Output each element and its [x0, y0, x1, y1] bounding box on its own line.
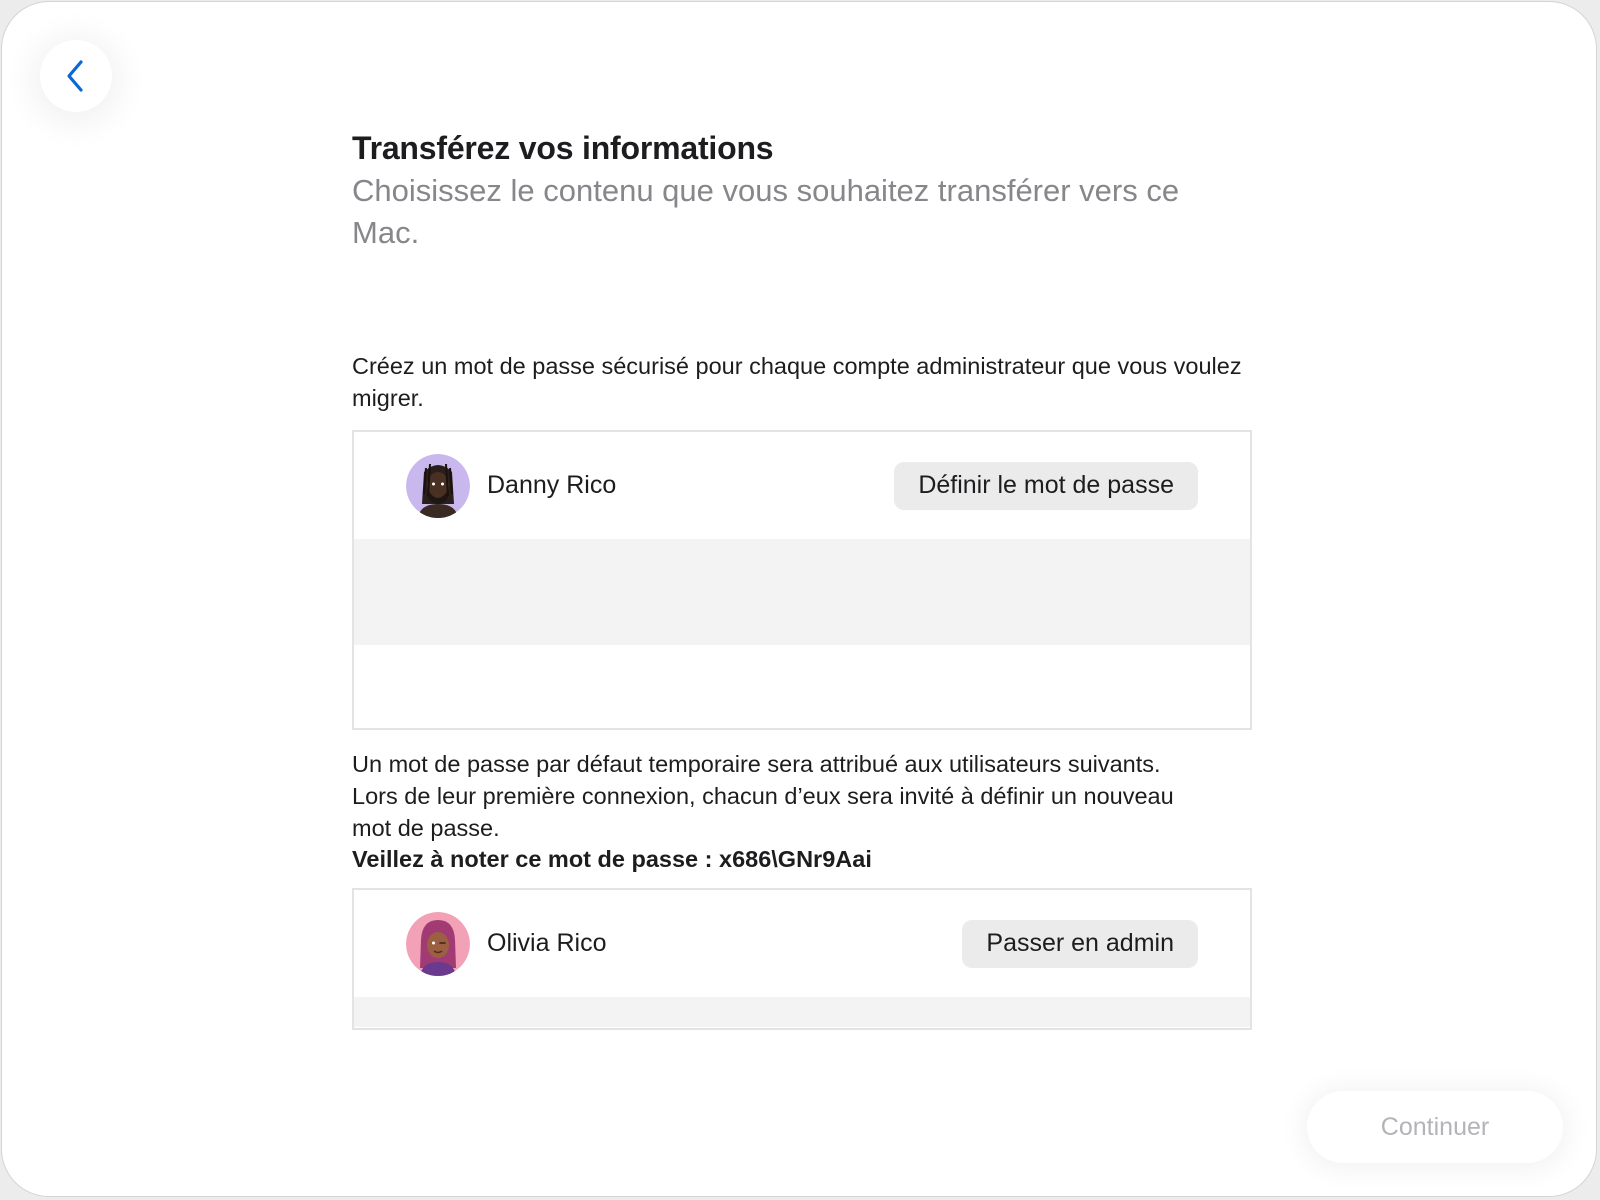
user-name: Olivia Rico: [487, 929, 607, 957]
set-password-button[interactable]: Définir le mot de passe: [894, 461, 1198, 510]
page-subtitle: Choisissez le contenu que vous souhaitez…: [352, 173, 1180, 250]
admin-intro-text: Créez un mot de passe sécurisé pour chaq…: [352, 353, 1242, 411]
list-stripe: [354, 997, 1250, 1027]
avatar: [406, 911, 470, 976]
user-name: Danny Rico: [487, 471, 617, 499]
avatar: [406, 453, 470, 518]
page-title: Transférez vos informations: [352, 130, 774, 166]
chevron-left-icon: [67, 60, 83, 92]
back-button[interactable]: [40, 40, 112, 112]
main-content: Transférez vos informations Choisissez l…: [352, 128, 1252, 1030]
continue-button[interactable]: Continuer: [1307, 1091, 1563, 1163]
migration-assistant-window: Transférez vos informations Choisissez l…: [1, 1, 1597, 1197]
list-item: Olivia Rico Passer en admin: [354, 890, 1250, 997]
temporary-password-value: Veillez à noter ce mot de passe : x686\G…: [352, 846, 872, 872]
temporary-password-note: Un mot de passe par défaut temporaire se…: [352, 751, 1174, 841]
standard-accounts-list: Olivia Rico Passer en admin: [352, 888, 1252, 1030]
make-admin-button[interactable]: Passer en admin: [962, 919, 1198, 968]
admin-accounts-list: Danny Rico Définir le mot de passe: [352, 430, 1252, 730]
list-stripe: [354, 539, 1250, 645]
list-item: Danny Rico Définir le mot de passe: [354, 432, 1250, 539]
